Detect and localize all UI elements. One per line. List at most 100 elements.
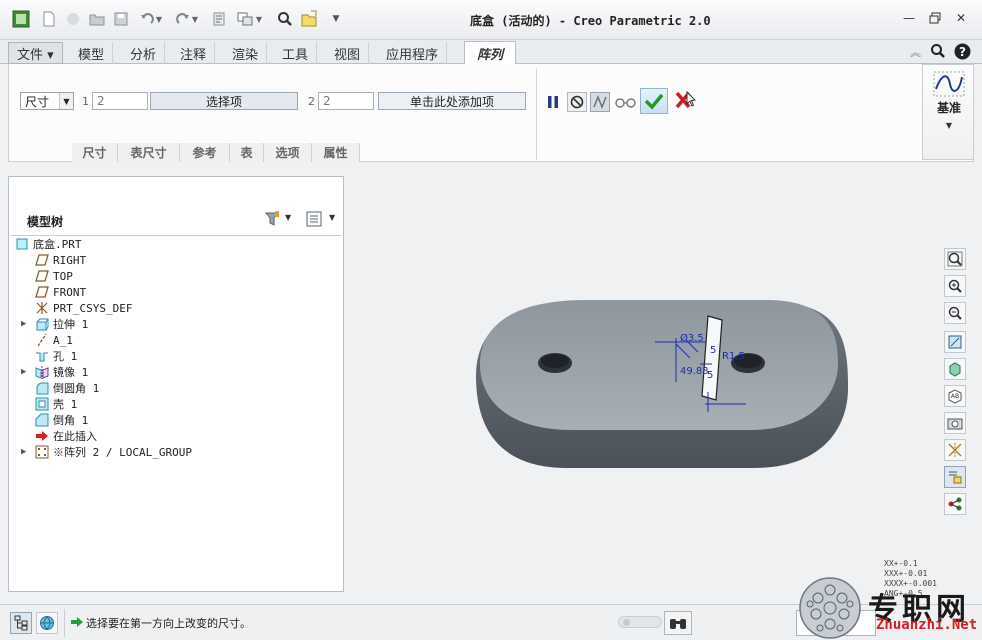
tree-item-label: A_1 (53, 333, 73, 347)
tree-item-label: RIGHT (53, 253, 87, 267)
windows-dropdown-icon[interactable]: ▼ (254, 10, 264, 28)
dim-length[interactable]: 49.83 (680, 366, 709, 377)
tree-settings-dropdown-icon[interactable]: ▼ (285, 213, 291, 222)
tab-analysis[interactable]: 分析 (122, 42, 166, 64)
subtab-options[interactable]: 选项 (264, 143, 312, 162)
subtab-dimensions[interactable]: 尺寸 (72, 143, 118, 162)
ok-check-icon[interactable] (640, 88, 668, 114)
expand-arrow-icon[interactable]: ▶ (21, 319, 26, 329)
tab-model[interactable]: 模型 (70, 42, 114, 64)
close-icon[interactable]: ✕ (952, 10, 970, 26)
tree-item-extrude[interactable]: ▶ 拉伸 1 (21, 316, 89, 332)
view-manager-icon[interactable] (944, 412, 966, 434)
redo-dropdown-icon[interactable]: ▼ (190, 10, 200, 28)
tree-item-chamfer[interactable]: 倒角 1 (35, 412, 88, 428)
open-disabled-icon[interactable] (64, 10, 82, 28)
tab-view[interactable]: 视图 (326, 42, 370, 64)
tree-item-front[interactable]: FRONT (35, 284, 86, 300)
refit-icon[interactable] (944, 248, 966, 270)
tree-show-icon[interactable] (303, 209, 325, 229)
customize-toolbar-icon[interactable]: ▼ (330, 10, 342, 28)
tree-show-dropdown-icon[interactable]: ▼ (329, 213, 335, 222)
regenerate-icon[interactable] (210, 10, 228, 28)
save-icon[interactable] (112, 10, 130, 28)
collapse-ribbon-icon[interactable]: ︽ (910, 44, 921, 60)
display-style-icon[interactable] (944, 358, 966, 380)
tab-render[interactable]: 渲染 (224, 42, 268, 64)
tree-item-shell[interactable]: 壳 1 (35, 396, 77, 412)
datum-display-icon[interactable] (944, 439, 966, 461)
zoom-out-icon[interactable] (944, 302, 966, 324)
new-file-icon[interactable] (40, 10, 58, 28)
subtab-table[interactable]: 表 (230, 143, 264, 162)
saved-orientations-icon[interactable]: AB (944, 385, 966, 407)
direction1-count-input[interactable] (92, 92, 148, 110)
tree-item-round[interactable]: 倒圆角 1 (35, 380, 99, 396)
model-tree-panel: 模型树 ▼ ▼ 底盒.PRT RIGHT TOP FRONT PRT_CSYS_… (8, 176, 344, 592)
toggle-navigator-icon[interactable] (10, 612, 32, 634)
dim-5-upper[interactable]: 5 (710, 345, 716, 356)
graphics-viewport[interactable]: Ø3.5 R1.5 5 49.83 5 (350, 168, 936, 598)
tree-item-pattern[interactable]: ▶ ※阵列 2 / LOCAL_GROUP (21, 444, 192, 460)
find-binoculars-icon[interactable] (664, 611, 692, 635)
tree-item-label: 孔 1 (53, 350, 78, 363)
tab-annotate[interactable]: 注释 (172, 42, 216, 64)
pattern-type-select[interactable]: 尺寸 ▼ (20, 92, 74, 110)
undo-dropdown-icon[interactable]: ▼ (154, 10, 164, 28)
tree-item-hole[interactable]: 孔 1 (35, 348, 77, 364)
minimize-icon[interactable]: — (900, 10, 918, 26)
pattern-icon (35, 445, 49, 459)
direction2-add-items[interactable]: 单击此处添加项 (378, 92, 526, 110)
toggle-browser-icon[interactable] (36, 612, 58, 634)
close-window-icon[interactable] (300, 10, 318, 28)
pause-icon[interactable] (544, 92, 562, 112)
csys-icon (35, 301, 49, 315)
direction2-count-input[interactable] (318, 92, 374, 110)
tree-item-right[interactable]: RIGHT (35, 252, 86, 268)
search-icon[interactable] (276, 10, 294, 28)
svg-text:?: ? (959, 45, 966, 59)
ribbon-search-icon[interactable] (930, 43, 946, 62)
spin-center-icon[interactable] (944, 493, 966, 515)
subtab-references[interactable]: 参考 (180, 143, 230, 162)
expand-arrow-icon[interactable]: ▶ (21, 367, 26, 377)
expand-arrow-icon[interactable]: ▶ (21, 447, 26, 457)
tab-file[interactable]: 文件 ▾ (8, 42, 63, 64)
repaint-icon[interactable] (944, 331, 966, 353)
no-preview-icon[interactable] (567, 92, 587, 112)
annotation-display-icon[interactable] (944, 466, 966, 488)
restore-icon[interactable] (926, 10, 944, 26)
cancel-x-icon[interactable] (672, 88, 698, 114)
datum-group[interactable]: 基准 ▼ (922, 64, 974, 160)
open-folder-icon[interactable] (88, 10, 106, 28)
subtab-properties[interactable]: 属性 (312, 143, 360, 162)
zoom-in-icon[interactable] (944, 275, 966, 297)
help-icon[interactable]: ? (954, 43, 971, 63)
verify-glasses-icon[interactable] (614, 92, 638, 112)
part-model[interactable] (350, 168, 936, 598)
tree-item-label: 倒圆角 1 (53, 382, 100, 395)
subtab-table-dimensions[interactable]: 表尺寸 (118, 143, 180, 162)
model-tree-title: 模型树 (27, 215, 64, 229)
tab-pattern[interactable]: 阵列 (464, 41, 516, 65)
tree-item-axis[interactable]: A_1 (35, 332, 73, 348)
tree-item-part[interactable]: 底盒.PRT (15, 236, 82, 252)
dim-5-lower[interactable]: 5 (707, 370, 713, 381)
tree-item-mirror[interactable]: ▶ 镜像 1 (21, 364, 88, 380)
tree-item-insert-here[interactable]: 在此插入 (35, 428, 97, 444)
message-arrow-icon (70, 615, 84, 632)
pattern-type-value: 尺寸 (25, 94, 50, 109)
tree-item-label: 拉伸 1 (53, 318, 89, 331)
direction1-select-items[interactable]: 选择项 (150, 92, 298, 110)
dim-diameter[interactable]: Ø3.5 (680, 333, 704, 344)
tree-item-top[interactable]: TOP (35, 268, 73, 284)
tab-tools[interactable]: 工具 (274, 42, 318, 64)
dim-radius[interactable]: R1.5 (722, 351, 745, 362)
window-title: 底盒 (活动的) - Creo Parametric 2.0 (470, 14, 711, 28)
geometry-preview-icon[interactable] (590, 92, 610, 112)
tree-settings-icon[interactable] (261, 209, 283, 229)
tree-item-csys[interactable]: PRT_CSYS_DEF (35, 300, 132, 316)
direction1-label: 1 (82, 95, 89, 108)
windows-icon[interactable] (236, 10, 254, 28)
tab-applications[interactable]: 应用程序 (378, 42, 448, 64)
